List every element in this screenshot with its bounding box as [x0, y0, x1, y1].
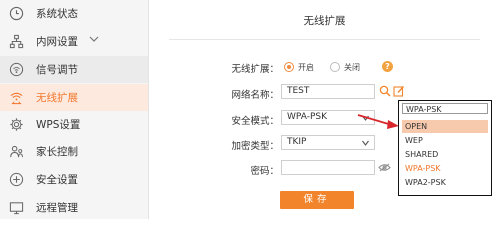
- password-input[interactable]: [281, 160, 375, 175]
- dropdown-option-shared[interactable]: SHARED: [402, 148, 488, 161]
- sidebar-item-label: 系统状态: [36, 8, 78, 20]
- wifi-signal-icon: [9, 62, 24, 77]
- network-name-input[interactable]: TEST: [281, 84, 375, 99]
- sidebar-item-label: 无线扩展: [36, 92, 78, 104]
- security-mode-value: WPA-PSK: [287, 112, 327, 122]
- sidebar-item-parental-control[interactable]: 家长控制: [0, 138, 148, 165]
- edit-icon[interactable]: [393, 85, 405, 97]
- radio-off[interactable]: [330, 62, 340, 72]
- sidebar-item-lan-settings[interactable]: 内网设置: [0, 28, 148, 55]
- wireless-extend-icon: [10, 92, 23, 105]
- sidebar-item-label: WPS设置: [36, 119, 81, 131]
- eye-icon[interactable]: [378, 163, 391, 172]
- help-icon[interactable]: ?: [382, 61, 393, 72]
- sidebar-item-label: 家长控制: [36, 146, 78, 158]
- wireless-extend-label: 无线扩展：: [231, 64, 279, 75]
- sidebar-item-security-settings[interactable]: 安全设置: [0, 166, 148, 193]
- encryption-type-select[interactable]: TKIP: [281, 135, 375, 150]
- network-icon: [9, 34, 24, 49]
- chevron-down-icon: [89, 36, 99, 42]
- dropdown-option-wpa2-psk[interactable]: WPA2-PSK: [402, 176, 488, 189]
- sidebar-item-wps-settings[interactable]: WPS设置: [0, 111, 148, 138]
- dropdown-option-wep[interactable]: WEP: [402, 134, 488, 147]
- encryption-type-label: 加密类型：: [231, 141, 279, 152]
- encryption-type-value: TKIP: [287, 137, 307, 147]
- password-label: 密码：: [250, 166, 279, 177]
- router-settings-window: 系统状态 内网设置 信号调节 无线扩展 WPS设置 家长控制 安全设置 远程管理…: [0, 0, 500, 219]
- chevron-down-icon: [362, 140, 369, 146]
- remote-icon: [9, 202, 24, 215]
- sidebar-item-label: 信号调节: [36, 64, 78, 76]
- sidebar-item-label: 远程管理: [36, 202, 78, 214]
- sidebar-item-remote-management[interactable]: 远程管理: [0, 194, 148, 221]
- dropdown-option-wpa-psk[interactable]: WPA-PSK: [402, 162, 488, 175]
- radio-on-label: 开启: [298, 63, 314, 72]
- search-icon[interactable]: [379, 85, 391, 97]
- radio-off-label: 关闭: [344, 63, 360, 72]
- title-divider: [169, 39, 480, 40]
- callout-arrow-icon: [357, 114, 399, 129]
- page-title: 无线扩展: [303, 15, 346, 27]
- parent-icon: [10, 145, 23, 158]
- save-button[interactable]: 保存: [280, 191, 354, 209]
- network-name-label: 网络名称：: [231, 90, 279, 101]
- sidebar-item-label: 内网设置: [36, 36, 78, 48]
- sidebar-item-label: 安全设置: [36, 174, 78, 186]
- dropdown-selected-value: WPA-PSK: [402, 103, 488, 114]
- sidebar-item-system-status[interactable]: 系统状态: [0, 0, 148, 27]
- sidebar: 系统状态 内网设置 信号调节 无线扩展 WPS设置 家长控制 安全设置 远程管理: [0, 0, 149, 219]
- sidebar-item-signal-adjust[interactable]: 信号调节: [0, 56, 148, 83]
- clock-icon: [9, 6, 24, 21]
- dropdown-option-open[interactable]: OPEN: [402, 120, 488, 133]
- sidebar-item-wireless-extend[interactable]: 无线扩展: [0, 84, 148, 111]
- security-mode-label: 安全模式：: [231, 116, 279, 127]
- security-mode-dropdown[interactable]: WPA-PSK OPEN WEP SHARED WPA-PSK WPA2-PSK: [398, 100, 492, 196]
- shield-icon: [9, 172, 24, 187]
- gear-icon: [10, 118, 23, 131]
- radio-on[interactable]: [284, 62, 294, 72]
